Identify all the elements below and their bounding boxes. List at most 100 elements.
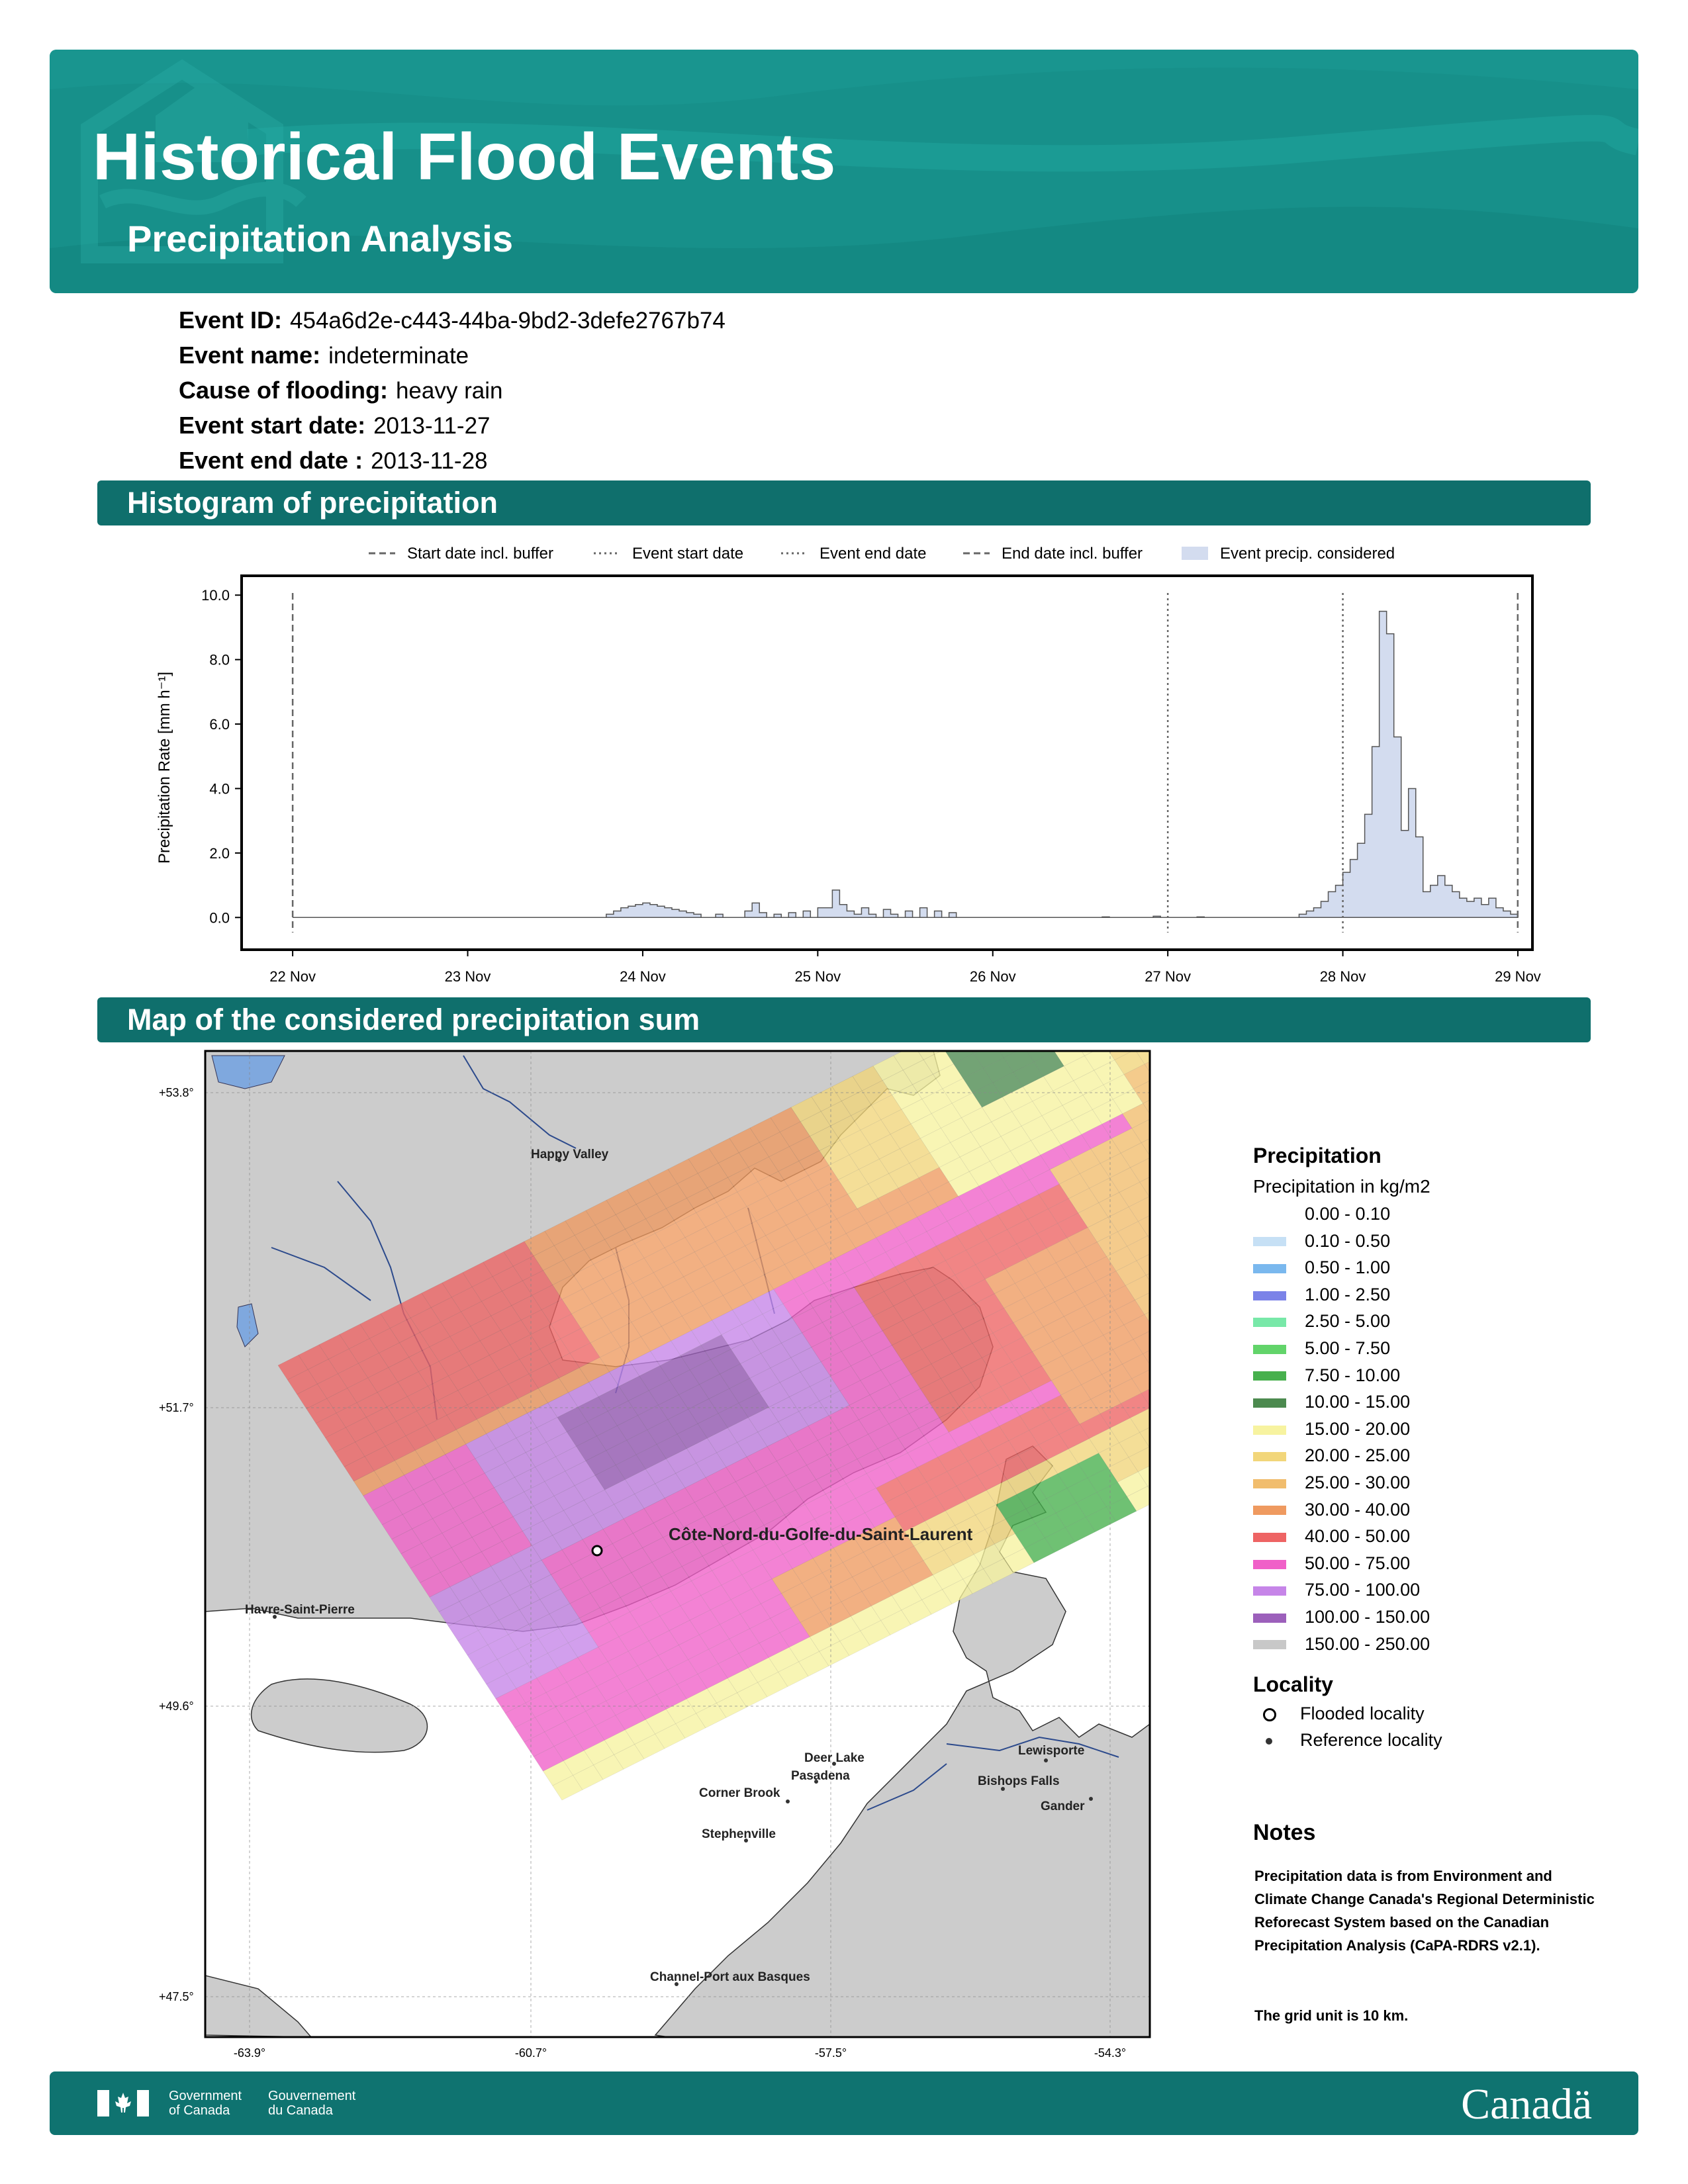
legend-swatch (1253, 1559, 1286, 1569)
lat-label-1: +53.8° (159, 1086, 194, 1099)
event-end-value: 2013-11-28 (371, 448, 488, 474)
grid-cell (1154, 1068, 1165, 1093)
flooded-locality-marker (591, 1545, 603, 1557)
x-tick-label: 29 Nov (1495, 968, 1541, 985)
x-tick-label: 25 Nov (794, 968, 841, 985)
legend-item: 0.50 - 1.00 (1253, 1257, 1442, 1285)
event-start-label: Event start date: (179, 412, 366, 439)
lat-label-2: +51.7° (159, 1401, 194, 1414)
legend-title: Precipitation (1253, 1144, 1382, 1167)
precipitation-histogram: Start date incl. buffer Event start date… (156, 545, 1541, 985)
x-tick-label: 26 Nov (970, 968, 1016, 985)
grid-cell (1152, 1108, 1165, 1133)
grid-cell (1159, 1201, 1166, 1226)
place-channel: Channel-Port aux Basques (650, 1970, 810, 1984)
legend-item: 7.50 - 10.00 (1253, 1365, 1442, 1392)
y-tick-label: 4.0 (209, 780, 230, 797)
histogram-date-markers (291, 593, 1519, 933)
legend-label: 1.00 - 2.50 (1305, 1284, 1391, 1304)
legend-swatch (1253, 1425, 1286, 1435)
grid-cell (1152, 1358, 1165, 1383)
event-end-label: Event end date : (179, 447, 363, 474)
event-name-row: Event name: indeterminate (179, 338, 726, 373)
grid-cell (1156, 1279, 1165, 1304)
place-bishops: Bishops Falls (978, 1774, 1060, 1788)
legend-label: 15.00 - 20.00 (1305, 1418, 1411, 1439)
canada-wordmark: Canadä (1461, 2080, 1592, 2128)
lat-label-4: +47.5° (159, 1990, 194, 2003)
legend-item: 2.50 - 5.00 (1253, 1311, 1442, 1338)
legend-considered-swatch (1182, 547, 1208, 560)
grid-cell (1164, 1333, 1165, 1357)
legend-swatch (1253, 1371, 1286, 1381)
y-tick-label: 6.0 (209, 716, 230, 733)
histogram-legend: Start date incl. buffer Event start date… (369, 545, 1395, 563)
place-dot-gander (1089, 1797, 1093, 1801)
event-details: Event ID: 454a6d2e-c443-44ba-9bd2-3defe27… (179, 303, 726, 478)
legend-item: 15.00 - 20.00 (1253, 1419, 1442, 1446)
locality-title: Locality (1253, 1672, 1333, 1697)
place-dot-corner-brook (786, 1799, 790, 1803)
legend-swatch (1253, 1344, 1286, 1354)
legend-swatch (1253, 1479, 1286, 1488)
legend-item: 0.10 - 0.50 (1253, 1231, 1442, 1258)
histogram-section-title: Histogram of precipitation (127, 486, 498, 520)
gov-fr: Gouvernement du Canada (268, 2089, 355, 2118)
event-id-row: Event ID: 454a6d2e-c443-44ba-9bd2-3defe27… (179, 303, 726, 338)
y-tick-label: 0.0 (209, 909, 230, 926)
place-stephenville: Stephenville (702, 1827, 776, 1841)
legend-label: 7.50 - 10.00 (1305, 1365, 1401, 1385)
grid-cell (1151, 1397, 1166, 1422)
grid-cell (1162, 1373, 1165, 1398)
legend-item: 25.00 - 30.00 (1253, 1473, 1442, 1500)
legend-swatch (1253, 1318, 1286, 1328)
histogram-section-header: Histogram of precipitation (97, 480, 1591, 525)
legend-swatch (1253, 1452, 1286, 1462)
legend-event-end: Event end date (820, 545, 926, 563)
gov-en-line1: Government (169, 2089, 242, 2103)
precip-area (293, 610, 1519, 919)
event-cause-value: heavy rain (395, 378, 503, 404)
legend-label: 25.00 - 30.00 (1305, 1472, 1411, 1492)
place-happy-valley: Happy Valley (531, 1148, 609, 1161)
legend-subtitle: Precipitation in kg/m2 (1253, 1176, 1430, 1197)
legend-label: 75.00 - 100.00 (1305, 1580, 1421, 1600)
legend-considered: Event precip. considered (1220, 545, 1395, 563)
legend-item: 30.00 - 40.00 (1253, 1500, 1442, 1527)
legend-swatch (1253, 1640, 1286, 1650)
place-corner-brook: Corner Brook (699, 1786, 780, 1800)
histogram-y-axis: 0.0 2.0 4.0 6.0 8.0 10.0 (201, 587, 242, 926)
x-tick-label: 24 Nov (620, 968, 666, 985)
gov-en-line2: of Canada (169, 2103, 230, 2118)
legend-item: 1.00 - 2.50 (1253, 1285, 1442, 1312)
map-section-title: Map of the considered precipitation sum (127, 1003, 700, 1036)
event-cause-label: Cause of flooding: (179, 377, 388, 404)
grid-cell (1149, 1196, 1150, 1198)
legend-event-start: Event start date (632, 545, 743, 563)
legend-item: 150.00 - 250.00 (1253, 1634, 1442, 1661)
place-havre: Havre-Saint-Pierre (245, 1603, 355, 1617)
event-start-value: 2013-11-27 (373, 413, 491, 439)
legend-label: 2.50 - 5.00 (1305, 1311, 1391, 1332)
legend-swatch (1253, 1533, 1286, 1542)
legend-label: 100.00 - 150.00 (1305, 1606, 1430, 1627)
gov-fr-line1: Gouvernement (268, 2089, 356, 2103)
lon-label-2: -60.7° (515, 2046, 547, 2060)
legend-label: 0.00 - 0.10 (1305, 1204, 1391, 1224)
legend-label: 30.00 - 40.00 (1305, 1499, 1411, 1520)
legend-label: 10.00 - 15.00 (1305, 1392, 1411, 1412)
event-id-label: Event ID: (179, 306, 283, 334)
x-tick-label: 27 Nov (1145, 968, 1191, 985)
legend-item: 75.00 - 100.00 (1253, 1580, 1442, 1607)
legend-swatch (1253, 1237, 1286, 1247)
x-tick-label: 23 Nov (445, 968, 491, 985)
event-name-label: Event name: (179, 341, 321, 369)
histogram-ylabel: Precipitation Rate [mm h⁻¹] (156, 672, 173, 864)
notes-text-1: Precipitation data is from Environment a… (1254, 1868, 1595, 1954)
legend-label: 40.00 - 50.00 (1305, 1526, 1411, 1547)
place-pasadena: Pasadena (791, 1769, 850, 1783)
grid-cell (1157, 1240, 1165, 1265)
gov-en: Government of Canada (169, 2089, 242, 2118)
legend-item: 50.00 - 75.00 (1253, 1553, 1442, 1580)
footer-bar: Government of Canada Gouvernement du Can… (50, 2071, 1638, 2135)
